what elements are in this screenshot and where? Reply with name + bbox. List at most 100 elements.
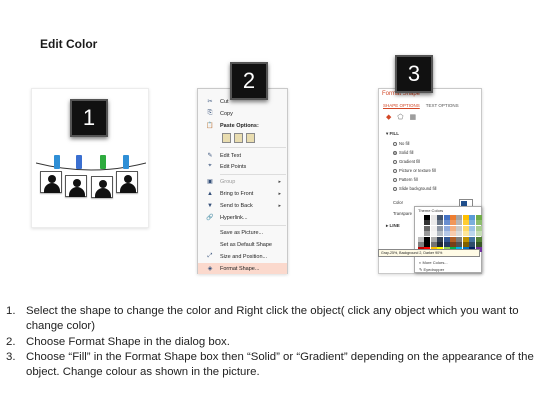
- color-swatch[interactable]: [456, 241, 463, 247]
- color-swatch[interactable]: [437, 220, 444, 226]
- color-swatch[interactable]: [418, 236, 424, 242]
- fill-line-icon[interactable]: ◆: [386, 113, 391, 121]
- menu-item-hyperlink[interactable]: 🔗 Hyperlink...: [198, 212, 287, 223]
- color-swatch[interactable]: [443, 236, 450, 242]
- color-swatch[interactable]: [456, 225, 463, 231]
- radio-gradient-fill[interactable]: Gradient fill: [393, 159, 420, 164]
- color-swatch[interactable]: [475, 215, 482, 220]
- color-swatch[interactable]: [449, 215, 456, 220]
- more-colors-option[interactable]: ◐ More Colors...: [419, 260, 448, 265]
- transparency-label: Transpare: [393, 211, 412, 216]
- color-swatch[interactable]: [418, 215, 424, 220]
- radio-pattern-fill[interactable]: Pattern fill: [393, 177, 418, 182]
- clothespin-blue-3[interactable]: [123, 155, 129, 169]
- color-swatch[interactable]: [430, 225, 437, 231]
- menu-item-save-as-picture[interactable]: Save as Picture...: [198, 227, 287, 238]
- color-swatch[interactable]: [462, 215, 469, 220]
- color-swatch[interactable]: [475, 236, 482, 242]
- clothespin-blue[interactable]: [54, 155, 60, 169]
- photo-frame[interactable]: [65, 175, 87, 197]
- color-swatch[interactable]: [456, 215, 463, 220]
- paste-text-only-icon[interactable]: [246, 133, 255, 143]
- color-swatch[interactable]: [437, 231, 444, 237]
- color-swatch[interactable]: [443, 220, 450, 226]
- radio-picture-fill[interactable]: Picture or texture fill: [393, 168, 436, 173]
- color-swatch[interactable]: [424, 236, 431, 242]
- photo-frame[interactable]: [91, 176, 113, 198]
- menu-item-bring-to-front[interactable]: ▲ Bring to Front ▸: [198, 188, 287, 199]
- menu-item-send-to-back[interactable]: ▼ Send to Back ▸: [198, 200, 287, 211]
- color-swatch[interactable]: [443, 231, 450, 237]
- color-swatch[interactable]: [469, 231, 476, 237]
- radio-no-fill[interactable]: No fill: [393, 141, 409, 146]
- color-swatch[interactable]: [443, 241, 450, 247]
- color-swatch[interactable]: [430, 236, 437, 242]
- color-swatch[interactable]: [424, 225, 431, 231]
- paste-picture-icon[interactable]: [234, 133, 243, 143]
- menu-item-edit-text[interactable]: ✎ Edit Text: [198, 150, 287, 161]
- paste-keep-format-icon[interactable]: [222, 133, 231, 143]
- color-swatch[interactable]: [462, 220, 469, 226]
- menu-item-group: ▣ Group ▸: [198, 176, 287, 187]
- color-swatch[interactable]: [424, 220, 431, 226]
- color-swatch[interactable]: [418, 225, 424, 231]
- color-swatch[interactable]: [424, 241, 431, 247]
- color-swatch[interactable]: [475, 241, 482, 247]
- color-swatch[interactable]: [443, 225, 450, 231]
- theme-color-grid[interactable]: [418, 215, 482, 253]
- tab-text-options[interactable]: TEXT OPTIONS: [426, 103, 459, 108]
- eyedropper-option[interactable]: ✎ Eyedropper: [419, 267, 444, 272]
- effects-icon[interactable]: ⬠: [397, 113, 403, 121]
- fill-section-header[interactable]: ▾ FILL: [386, 131, 399, 137]
- radio-solid-fill[interactable]: Solid fill: [393, 150, 413, 155]
- color-swatch[interactable]: [469, 220, 476, 226]
- color-swatch[interactable]: [456, 236, 463, 242]
- color-swatch[interactable]: [449, 236, 456, 242]
- color-swatch[interactable]: [437, 215, 444, 220]
- line-section-header[interactable]: ▸ LINE: [386, 223, 400, 229]
- photo-frame[interactable]: [40, 171, 62, 193]
- size-properties-icon[interactable]: ▦: [409, 113, 416, 121]
- color-swatch[interactable]: [449, 231, 456, 237]
- paste-option-buttons[interactable]: [222, 133, 255, 143]
- color-swatch[interactable]: [475, 220, 482, 226]
- color-swatch[interactable]: [462, 241, 469, 247]
- menu-item-copy[interactable]: ⎘ Copy: [198, 108, 287, 119]
- clothespin-green[interactable]: [100, 155, 106, 169]
- color-swatch[interactable]: [437, 225, 444, 231]
- color-swatch[interactable]: [449, 241, 456, 247]
- color-swatch[interactable]: [437, 241, 444, 247]
- clothespin-blue-2[interactable]: [76, 155, 82, 169]
- color-swatch[interactable]: [475, 231, 482, 237]
- menu-item-edit-points[interactable]: ⌖ Edit Points: [198, 161, 287, 172]
- tab-shape-options[interactable]: SHAPE OPTIONS: [383, 103, 420, 108]
- color-swatch[interactable]: [456, 220, 463, 226]
- radio-slide-background-fill[interactable]: Slide background fill: [393, 186, 436, 191]
- color-swatch[interactable]: [430, 220, 437, 226]
- color-swatch[interactable]: [462, 231, 469, 237]
- color-swatch[interactable]: [424, 215, 431, 220]
- photo-frame[interactable]: [116, 171, 138, 193]
- color-swatch[interactable]: [469, 225, 476, 231]
- color-swatch[interactable]: [437, 236, 444, 242]
- color-swatch[interactable]: [424, 231, 431, 237]
- color-swatch[interactable]: [462, 236, 469, 242]
- menu-item-size-position[interactable]: ⤢ Size and Position...: [198, 251, 287, 262]
- color-swatch[interactable]: [418, 231, 424, 237]
- color-swatch[interactable]: [449, 225, 456, 231]
- color-swatch[interactable]: [418, 241, 424, 247]
- color-swatch[interactable]: [475, 225, 482, 231]
- menu-item-set-default-shape[interactable]: Set as Default Shape: [198, 239, 287, 250]
- color-swatch[interactable]: [469, 236, 476, 242]
- color-swatch[interactable]: [449, 220, 456, 226]
- color-swatch[interactable]: [469, 215, 476, 220]
- color-swatch[interactable]: [469, 241, 476, 247]
- color-swatch[interactable]: [430, 215, 437, 220]
- color-swatch[interactable]: [430, 231, 437, 237]
- color-swatch[interactable]: [456, 231, 463, 237]
- color-swatch[interactable]: [462, 225, 469, 231]
- color-swatch[interactable]: [443, 215, 450, 220]
- color-swatch[interactable]: [418, 220, 424, 226]
- menu-item-format-shape[interactable]: ◈ Format Shape...: [198, 263, 287, 274]
- color-swatch[interactable]: [430, 241, 437, 247]
